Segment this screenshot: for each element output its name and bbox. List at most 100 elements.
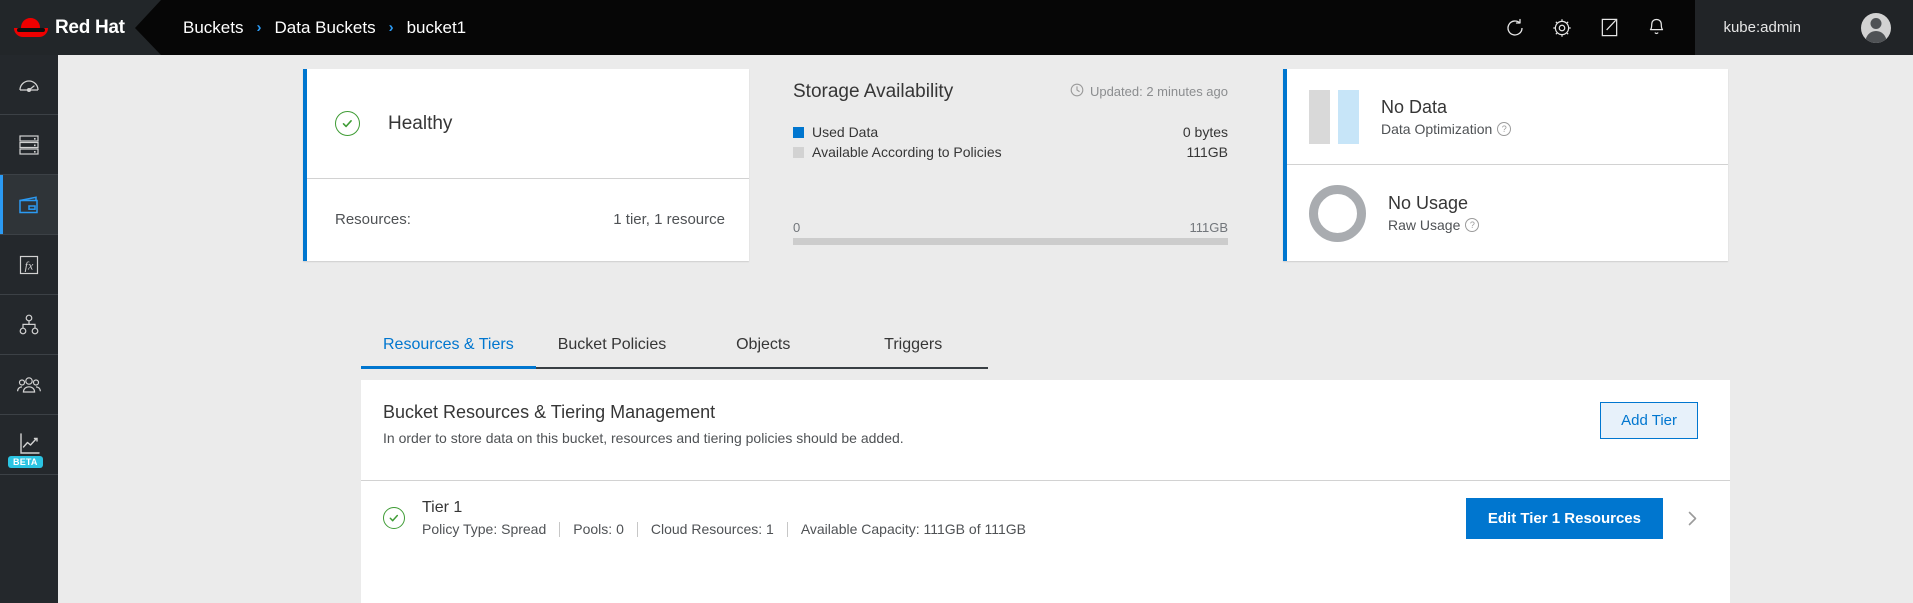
sidebar-item-analytics[interactable]: BETA (0, 415, 58, 475)
legend-row-used-data: Used Data 0 bytes (793, 124, 1228, 140)
user-avatar-icon[interactable] (1861, 12, 1891, 43)
legend-value-available: 111GB (1186, 144, 1228, 160)
sidebar-item-resources[interactable] (0, 115, 58, 175)
users-icon (17, 376, 41, 393)
storage-availability-card: Storage Availability Updated: 2 minutes … (793, 69, 1228, 261)
brand-name: Red Hat (55, 16, 125, 38)
metric-subtitle-raw-usage: Raw Usage ? (1388, 217, 1480, 233)
sidebar-item-namespaces[interactable] (0, 295, 58, 355)
red-hat-logo[interactable]: Red Hat (14, 17, 125, 39)
masthead: Red Hat Buckets › Data Buckets › bucket1 (0, 0, 1913, 55)
resources-label: Resources: (335, 211, 411, 228)
tab-resources-and-tiers[interactable]: Resources & Tiers (361, 336, 536, 369)
storage-scale: 0 111GB (793, 220, 1228, 245)
analytics-icon (20, 432, 40, 454)
chevron-right-icon[interactable] (1683, 509, 1702, 528)
scale-max-label: 111GB (1189, 220, 1228, 235)
storage-scale-labels: 0 111GB (793, 220, 1228, 235)
breadcrumb-item-data-buckets[interactable]: Data Buckets (274, 18, 375, 38)
add-tier-button[interactable]: Add Tier (1600, 402, 1698, 439)
metric-text-raw-usage: No Usage Raw Usage ? (1388, 193, 1480, 233)
breadcrumb-item-buckets[interactable]: Buckets (183, 18, 243, 38)
tier-meta-cloud-resources: Cloud Resources: 1 (650, 521, 774, 537)
check-circle-icon (383, 507, 405, 529)
health-resources-row: Resources: 1 tier, 1 resource (307, 179, 749, 260)
breadcrumb: Buckets › Data Buckets › bucket1 (183, 18, 466, 38)
tier-meta-policy-type: Policy Type: Spread (422, 521, 547, 537)
storage-legend: Used Data 0 bytes Available According to… (793, 124, 1228, 160)
bell-icon[interactable] (1641, 13, 1671, 43)
panel-subtitle: In order to store data on this bucket, r… (383, 430, 904, 446)
svg-text:fx: fx (25, 258, 34, 272)
check-circle-icon (335, 111, 360, 136)
health-status-label: Healthy (388, 112, 453, 134)
metric-subtitle-text: Raw Usage (1388, 217, 1461, 233)
legend-label-used-data: Used Data (812, 124, 879, 140)
user-panel[interactable]: kube:admin (1695, 0, 1913, 55)
page-root: Red Hat Buckets › Data Buckets › bucket1 (0, 0, 1913, 603)
legend-row-available: Available According to Policies 111GB (793, 144, 1228, 160)
legend-swatch-available (793, 146, 804, 158)
gauge-icon (19, 79, 39, 92)
gear-icon[interactable] (1547, 13, 1577, 43)
bucket-resources-panel: Bucket Resources & Tiering Management In… (361, 380, 1730, 603)
tier-meta-available-capacity: Available Capacity: 111GB of 111GB (800, 521, 1026, 537)
bucket-icon (19, 195, 38, 213)
tier-row[interactable]: Tier 1 Policy Type: Spread Pools: 0 Clou… (361, 481, 1730, 555)
servers-icon (19, 134, 39, 155)
metrics-card: No Data Data Optimization ? No Usage Raw… (1283, 69, 1728, 261)
edit-icon[interactable] (1594, 13, 1624, 43)
sidebar: fx BETA (0, 55, 58, 603)
sidebar-item-dashboard[interactable] (0, 55, 58, 115)
metric-row-data-optimization: No Data Data Optimization ? (1287, 69, 1728, 165)
summary-cards-row: Healthy Resources: 1 tier, 1 resource St… (303, 69, 1728, 261)
scale-min-label: 0 (793, 220, 801, 235)
metric-row-raw-usage: No Usage Raw Usage ? (1287, 165, 1728, 261)
metric-title-no-data: No Data (1381, 96, 1448, 117)
content-area: Healthy Resources: 1 tier, 1 resource St… (58, 55, 1913, 603)
refresh-icon[interactable] (1500, 13, 1530, 43)
hierarchy-icon (19, 314, 39, 334)
breadcrumb-item-bucket1[interactable]: bucket1 (407, 18, 467, 38)
legend-value-used-data: 0 bytes (1182, 124, 1228, 140)
resources-value: 1 tier, 1 resource (613, 211, 725, 228)
health-card: Healthy Resources: 1 tier, 1 resource (303, 69, 749, 261)
metric-subtitle-data-optimization: Data Optimization ? (1381, 121, 1512, 137)
tier-name: Tier 1 (422, 499, 463, 516)
tier-meta-pools: Pools: 0 (573, 521, 624, 537)
sidebar-item-accounts[interactable] (0, 355, 58, 415)
help-icon[interactable]: ? (1497, 121, 1512, 136)
beta-badge: BETA (8, 456, 43, 468)
metric-title-no-usage: No Usage (1388, 193, 1469, 213)
panel-header: Bucket Resources & Tiering Management In… (361, 380, 1730, 446)
tab-objects[interactable]: Objects (688, 336, 839, 369)
panel-title: Bucket Resources & Tiering Management (383, 402, 716, 422)
fx-icon: fx (19, 255, 39, 274)
bar-chart-glyph (1309, 89, 1359, 144)
user-name: kube:admin (1723, 19, 1801, 36)
storage-card-header: Storage Availability Updated: 2 minutes … (793, 69, 1228, 103)
storage-capacity-bar (793, 238, 1228, 245)
tier-info: Tier 1 Policy Type: Spread Pools: 0 Clou… (422, 499, 1039, 537)
tab-bar: Resources & Tiers Bucket Policies Object… (361, 336, 989, 369)
legend-swatch-used-data (793, 126, 804, 138)
donut-chart-glyph (1309, 184, 1366, 242)
brand-band[interactable]: Red Hat (0, 0, 161, 55)
updated-text: Updated: 2 minutes ago (1089, 84, 1228, 99)
storage-card-title: Storage Availability (793, 81, 954, 102)
panel-header-text: Bucket Resources & Tiering Management In… (383, 402, 904, 446)
tab-triggers[interactable]: Triggers (838, 336, 989, 369)
help-icon[interactable]: ? (1465, 218, 1480, 232)
updated-status: Updated: 2 minutes ago (1070, 83, 1228, 100)
sidebar-item-functions[interactable]: fx (0, 235, 58, 295)
masthead-icons (1500, 13, 1695, 43)
edit-tier-resources-button[interactable]: Edit Tier 1 Resources (1465, 497, 1663, 539)
red-hat-logo-icon (14, 17, 48, 39)
clock-icon (1070, 83, 1084, 100)
legend-label-available: Available According to Policies (812, 144, 1002, 160)
tier-meta: Policy Type: Spread Pools: 0 Cloud Resou… (422, 521, 1039, 537)
tab-bucket-policies[interactable]: Bucket Policies (535, 336, 689, 369)
sidebar-item-buckets[interactable] (0, 175, 58, 235)
health-status-row: Healthy (307, 69, 749, 179)
chevron-right-icon: › (388, 19, 394, 36)
